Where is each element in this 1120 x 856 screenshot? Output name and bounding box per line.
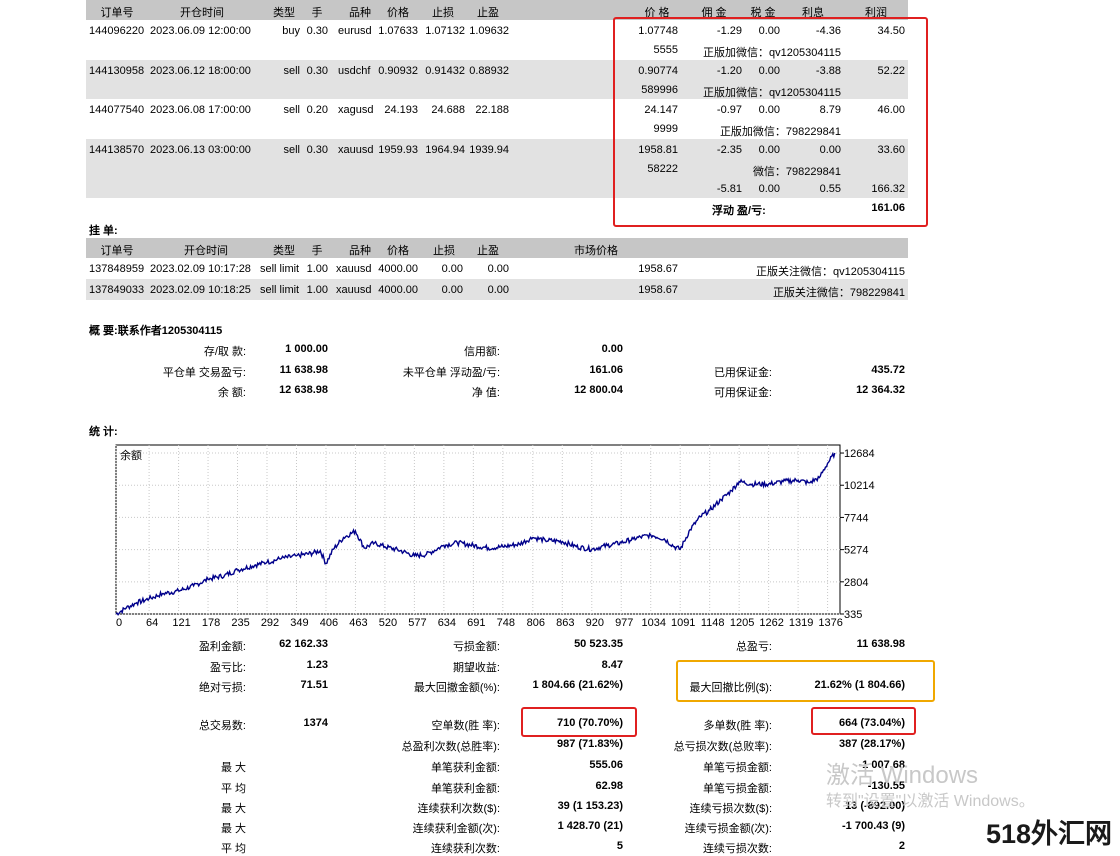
stat-total_trades-value: 1374 [303, 717, 328, 729]
x-tick-label: 1262 [759, 617, 783, 629]
x-tick-label: 64 [146, 617, 158, 629]
stat-profit_factor-value: 1.23 [306, 659, 328, 671]
stat-cons_losses-label: 连续亏损次数($): [689, 803, 773, 815]
stat-max-label: 最 大 [220, 803, 246, 815]
stat-cons_wins-label: 连续获利次数($): [417, 803, 501, 815]
activate-windows-subtitle: 转到"设置"以激活 Windows。 [826, 793, 1035, 810]
x-tick-label: 178 [202, 617, 220, 629]
stat-total_net-label: 总盈亏: [735, 641, 772, 653]
stat-profit_trades-label: 总盈利次数(总胜率): [401, 741, 500, 753]
x-tick-label: 920 [586, 617, 604, 629]
activate-windows-title: 激活 Windows [826, 762, 979, 789]
site-logo: 518外汇网 [986, 819, 1113, 849]
stat-largest_profit-label: 单笔获利金额: [430, 762, 500, 774]
stat-short-label: 空单数(胜 率): [431, 720, 500, 732]
y-tick-label: 12684 [844, 448, 875, 460]
y-tick-label: 5274 [844, 545, 868, 557]
stat-loss_trades-value: 387 (28.17%) [838, 738, 905, 750]
stat-total_net-value: 11 638.98 [856, 638, 905, 650]
x-tick-label: 1034 [641, 617, 665, 629]
x-tick-label: 121 [172, 617, 190, 629]
stat-max_drawdown-label: 最大回撤金额(%): [413, 682, 500, 694]
x-tick-label: 0 [116, 617, 122, 629]
y-tick-label: 2804 [844, 577, 868, 589]
y-tick-label: 10214 [844, 480, 875, 492]
plot-area [115, 444, 841, 615]
stat-average-label: 平 均 [220, 783, 246, 795]
long-trades-highlight [811, 707, 916, 735]
x-tick-label: 634 [438, 617, 456, 629]
x-tick-label: 806 [527, 617, 545, 629]
stat-largest-label: 最 大 [220, 762, 246, 774]
stat-loss_trades-label: 总亏损次数(总败率): [673, 741, 772, 753]
chart-title: 余额 [120, 448, 142, 462]
x-tick-label: 1148 [701, 617, 725, 629]
x-tick-label: 292 [261, 617, 279, 629]
stat-gross_loss-label: 亏损金额: [452, 641, 500, 653]
x-tick-label: 977 [615, 617, 633, 629]
stat-avg_loss-label: 单笔亏损金额: [702, 783, 772, 795]
x-tick-label: 1376 [818, 617, 842, 629]
x-tick-label: 463 [349, 617, 367, 629]
balance-chart: 0 64 121 178 235 292 349 406 463 520 577 634 691 748 8… [115, 444, 875, 629]
x-tick-label: 235 [231, 617, 249, 629]
short-trades-highlight [521, 707, 637, 737]
stat-expected_payoff-value: 8.47 [601, 659, 623, 671]
x-tick-label: 349 [290, 617, 308, 629]
stat-abs_drawdown-value: 71.51 [300, 679, 328, 691]
stat-largest_loss-label: 单笔亏损金额: [702, 762, 772, 774]
stat-cons_loss-label: 连续亏损金额(次): [684, 823, 772, 835]
x-tick-label: 577 [408, 617, 426, 629]
x-tick-label: 748 [497, 617, 515, 629]
stat-expected_payoff-label: 期望收益: [452, 662, 500, 674]
stat-cons_profit-label: 连续获利金额(次): [412, 823, 500, 835]
stat-max2-label: 最 大 [220, 823, 246, 835]
stat-avg_cons_losses-value: 2 [898, 840, 905, 852]
stat-cons_loss-value: -1 700.43 (9) [842, 820, 905, 832]
stat-gross_profit-value: 62 162.33 [279, 638, 328, 650]
x-tick-label: 1205 [730, 617, 754, 629]
x-tick-label: 863 [556, 617, 574, 629]
relative-drawdown-highlight [676, 660, 935, 702]
x-tick-label: 520 [379, 617, 397, 629]
y-tick-label: 7744 [844, 512, 868, 524]
y-tick-label: 335 [844, 609, 862, 621]
x-tick-label: 1319 [789, 617, 813, 629]
x-tick-label: 406 [320, 617, 338, 629]
stat-avg_profit-label: 单笔获利金额: [430, 783, 500, 795]
x-tick-label: 691 [467, 617, 485, 629]
x-tick-label: 1091 [671, 617, 695, 629]
